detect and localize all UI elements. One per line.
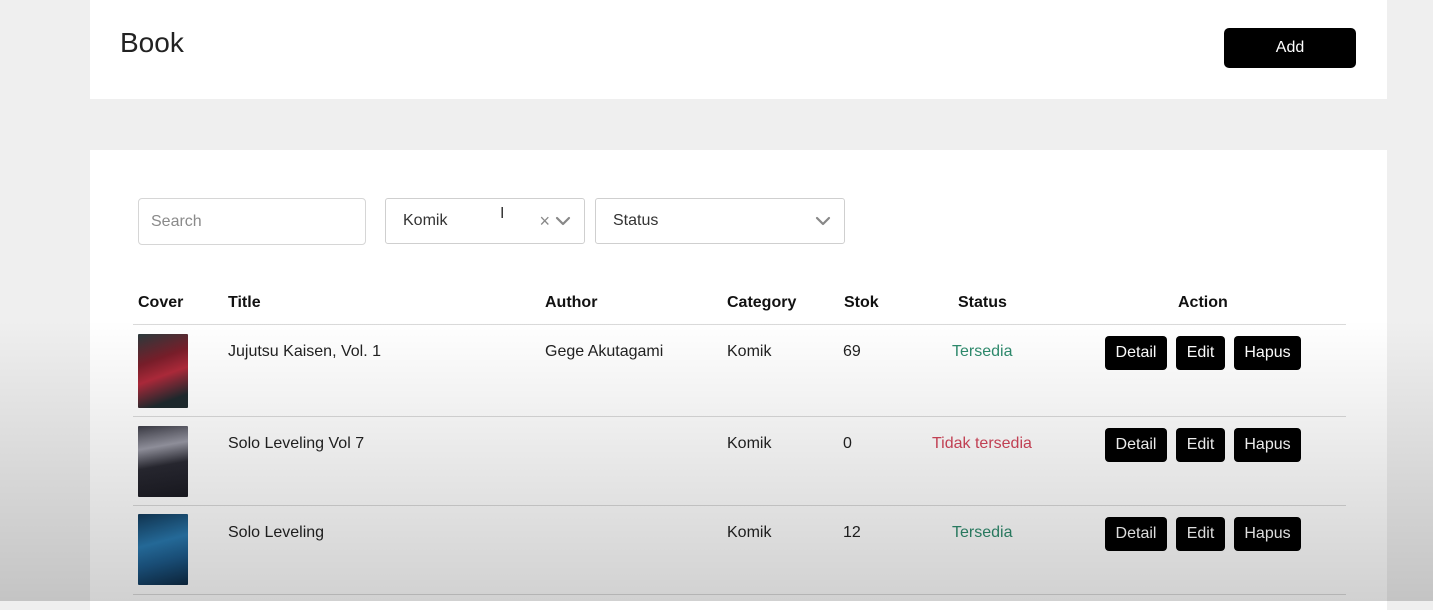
column-header-title: Title bbox=[228, 294, 261, 311]
edit-button[interactable]: Edit bbox=[1176, 336, 1225, 370]
cell-category: Komik bbox=[727, 435, 772, 452]
column-header-status: Status bbox=[958, 294, 1007, 311]
cell-title: Solo Leveling bbox=[228, 524, 325, 541]
table-row: Solo Leveling Komik 12 Tersedia Detail E… bbox=[133, 505, 1346, 595]
delete-button[interactable]: Hapus bbox=[1234, 517, 1301, 551]
search-input[interactable] bbox=[138, 198, 366, 245]
column-header-category: Category bbox=[727, 294, 797, 311]
edit-button[interactable]: Edit bbox=[1176, 517, 1225, 551]
book-cover-image bbox=[138, 426, 188, 497]
delete-button[interactable]: Hapus bbox=[1234, 336, 1301, 370]
text-cursor-icon: I bbox=[500, 205, 505, 222]
cell-category: Komik bbox=[727, 524, 772, 541]
book-table-card: Komik × I Status Cover Title Author Cate… bbox=[90, 150, 1387, 610]
cell-category: Komik bbox=[727, 343, 772, 360]
cell-author: Gege Akutagami bbox=[545, 343, 664, 360]
column-header-action: Action bbox=[1178, 294, 1228, 311]
cell-title: Solo Leveling Vol 7 bbox=[228, 435, 365, 452]
detail-button[interactable]: Detail bbox=[1105, 428, 1167, 462]
edit-button[interactable]: Edit bbox=[1176, 428, 1225, 462]
status-badge: Tersedia bbox=[952, 524, 1013, 541]
book-cover-image bbox=[138, 514, 188, 585]
delete-button[interactable]: Hapus bbox=[1234, 428, 1301, 462]
status-select[interactable]: Status bbox=[595, 198, 845, 244]
status-badge: Tidak tersedia bbox=[932, 435, 1032, 452]
category-select-value: Komik bbox=[403, 212, 448, 229]
column-header-cover: Cover bbox=[138, 294, 184, 311]
cell-stok: 0 bbox=[843, 435, 852, 452]
table-row: Jujutsu Kaisen, Vol. 1 Gege Akutagami Ko… bbox=[133, 324, 1346, 417]
column-header-author: Author bbox=[545, 294, 598, 311]
status-select-placeholder: Status bbox=[613, 212, 659, 229]
row-divider bbox=[133, 594, 1346, 596]
cell-stok: 69 bbox=[843, 343, 861, 360]
table-row: Solo Leveling Vol 7 Komik 0 Tidak tersed… bbox=[133, 416, 1346, 506]
page-title: Book bbox=[120, 27, 184, 58]
status-badge: Tersedia bbox=[952, 343, 1013, 360]
detail-button[interactable]: Detail bbox=[1105, 336, 1167, 370]
column-header-stok: Stok bbox=[844, 294, 879, 311]
book-cover-image bbox=[138, 334, 188, 408]
cell-stok: 12 bbox=[843, 524, 861, 541]
cell-title: Jujutsu Kaisen, Vol. 1 bbox=[228, 343, 381, 360]
header-card: Book Add bbox=[90, 0, 1387, 99]
add-button[interactable]: Add bbox=[1224, 28, 1356, 68]
chevron-down-icon[interactable] bbox=[814, 212, 832, 230]
category-select[interactable]: Komik × bbox=[385, 198, 585, 244]
chevron-down-icon[interactable] bbox=[554, 212, 572, 230]
detail-button[interactable]: Detail bbox=[1105, 517, 1167, 551]
clear-icon[interactable]: × bbox=[539, 212, 550, 230]
